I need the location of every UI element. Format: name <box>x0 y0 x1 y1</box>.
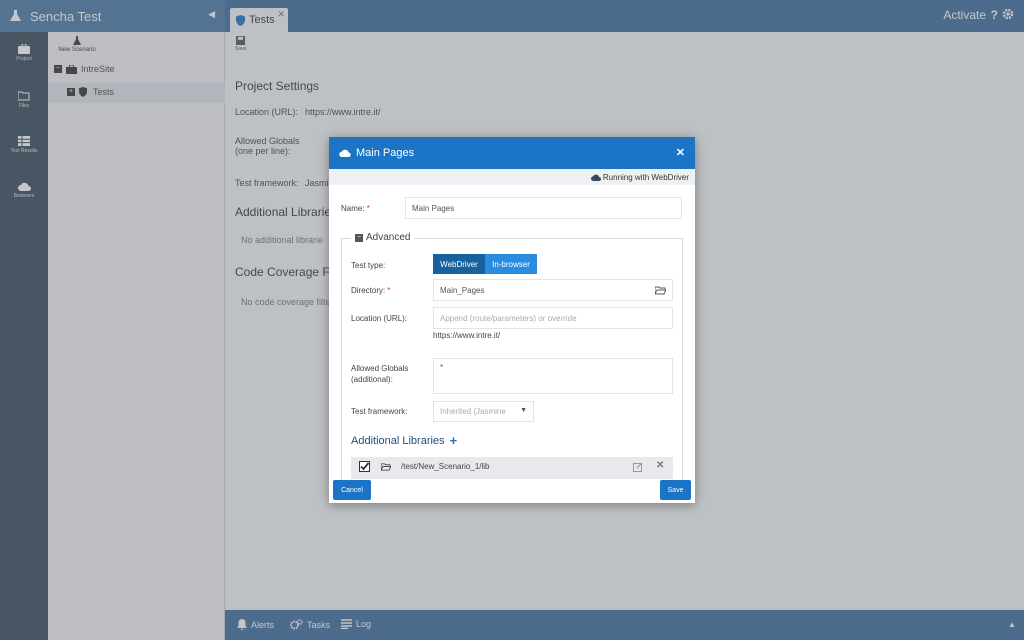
location-placeholder: Append (route/parameters) or override <box>440 313 577 323</box>
name-field[interactable]: Main Pages <box>405 197 682 219</box>
cloud-icon <box>339 149 351 157</box>
folder-open-icon[interactable] <box>381 463 391 471</box>
location-hint: https://www.intre.it/ <box>433 331 501 340</box>
test-type-label: Test type: <box>351 261 386 270</box>
dialog-header: Main Pages ✕ <box>329 137 695 169</box>
test-framework-select[interactable]: Inherited (Jasmine ▼ <box>433 401 534 422</box>
close-icon[interactable]: ✕ <box>676 146 685 159</box>
location-input[interactable]: Append (route/parameters) or override <box>433 307 673 329</box>
cancel-button[interactable]: Cancel <box>333 480 371 500</box>
folder-open-icon[interactable] <box>655 286 666 295</box>
allowed-globals-value: * <box>440 363 444 372</box>
directory-label: Directory: * <box>351 286 391 295</box>
chevron-down-icon: ▼ <box>520 407 527 414</box>
cloud-icon <box>590 174 601 181</box>
run-mode-text: Running with WebDriver <box>602 172 689 182</box>
collapse-icon: − <box>355 233 363 242</box>
allowed-globals-label: Allowed Globals <box>351 364 409 373</box>
name-label: Name: * <box>341 204 370 213</box>
dialog-title: Main Pages <box>356 147 415 159</box>
add-library-icon[interactable]: + <box>450 433 458 448</box>
location-label: Location (URL): <box>351 314 408 323</box>
save-button[interactable]: Save <box>660 480 691 500</box>
additional-libraries-heading: Additional Libraries + <box>351 433 457 448</box>
delete-icon[interactable]: ✕ <box>656 460 664 471</box>
test-type-webdriver-button[interactable]: WebDriver <box>433 254 485 274</box>
name-value: Main Pages <box>412 203 455 213</box>
scenario-dialog: Main Pages ✕ Running with WebDriver Name… <box>329 137 695 503</box>
advanced-label: Advanced <box>366 232 411 243</box>
test-type-inbrowser-button[interactable]: In-browser <box>485 254 537 274</box>
checkbox-checked-icon[interactable] <box>359 461 370 472</box>
edit-icon[interactable] <box>633 462 643 472</box>
allowed-globals-textarea[interactable]: * <box>433 358 673 394</box>
test-framework-label: Test framework: <box>351 407 408 416</box>
test-framework-value: Inherited (Jasmine <box>440 407 506 416</box>
additional-libraries-label: Additional Libraries <box>351 434 445 447</box>
allowed-globals-sublabel: (additional): <box>351 375 393 384</box>
directory-value: Main_Pages <box>440 285 485 295</box>
library-path: /test/New_Scenario_1/lib <box>401 462 490 471</box>
run-mode-bar: Running with WebDriver <box>329 169 695 185</box>
directory-field[interactable]: Main_Pages <box>433 279 673 301</box>
library-row: /test/New_Scenario_1/lib ✕ <box>351 457 673 479</box>
advanced-toggle[interactable]: − Advanced <box>351 232 415 243</box>
